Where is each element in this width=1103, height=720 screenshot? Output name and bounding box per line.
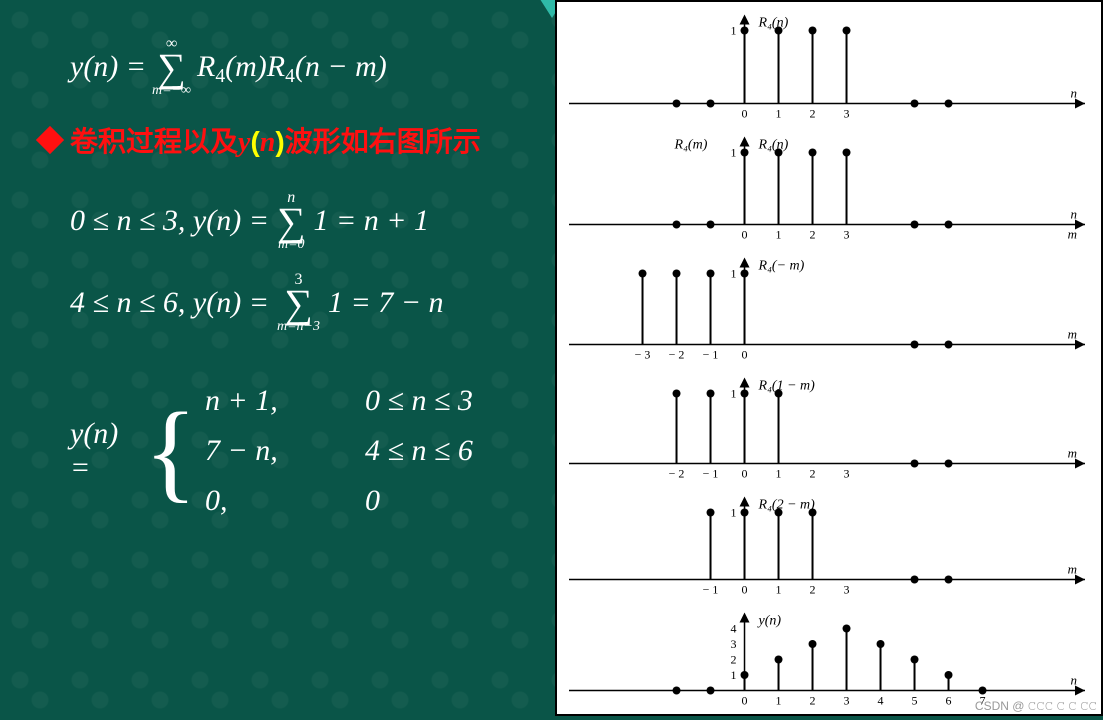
headline-row: 卷积过程以及y(n)波形如右图所示 [40,120,545,160]
svg-text:0: 0 [742,583,748,597]
svg-text:m: m [1068,327,1077,342]
svg-text:R₄(n): R₄(n) [758,16,789,31]
svg-text:m: m [1068,227,1077,242]
svg-text:2: 2 [810,467,816,481]
svg-text:m: m [1068,446,1077,461]
svg-text:0: 0 [742,694,748,708]
chart-3: R₄(− m) m 1 − 3 − 2 − 1 0 [565,251,1093,369]
svg-text:1: 1 [731,24,737,38]
svg-text:4: 4 [878,694,884,708]
svg-text:n: n [1071,86,1078,101]
chart-1: R₄(n) n 1 0 1 2 3 [565,8,1093,128]
svg-text:2: 2 [731,653,737,667]
svg-text:n: n [1071,673,1078,688]
sigma-icon: 3 ∑ m=n−3 [277,272,320,334]
chart-5: R₄(2 − m) m 1 − 1 0 1 2 3 [565,490,1093,604]
svg-text:1: 1 [731,387,737,401]
eq-body: R4(m)R4(n − m) [197,50,387,84]
svg-text:0: 0 [742,107,748,121]
svg-text:0: 0 [742,228,748,242]
svg-text:1: 1 [731,668,737,682]
svg-text:− 3: − 3 [635,348,651,362]
svg-text:R₄(n): R₄(n) [758,138,789,153]
equation-case-b: 4 ≤ n ≤ 6, y(n) = 3 ∑ m=n−3 1 = 7 − n [70,272,545,334]
left-brace-icon: { [144,406,197,496]
svg-text:5: 5 [912,694,918,708]
svg-text:R₄(− m): R₄(− m) [758,259,805,274]
svg-text:2: 2 [810,107,816,121]
svg-text:2: 2 [810,228,816,242]
svg-text:m: m [1068,562,1077,577]
svg-text:0: 0 [742,348,748,362]
eq-lhs: y(n) = [70,50,146,84]
svg-text:R₄(2 − m): R₄(2 − m) [758,498,816,513]
equation-main: y(n) = ∞ ∑ m=−∞ R4(m)R4(n − m) [70,36,545,98]
svg-text:− 2: − 2 [669,348,685,362]
chart-4: R₄(1 − m) m 1 − 2 − 1 0 1 2 3 [565,371,1093,488]
svg-text:1: 1 [731,506,737,520]
svg-text:− 1: − 1 [703,467,719,481]
svg-text:− 2: − 2 [669,467,685,481]
svg-text:− 1: − 1 [703,583,719,597]
bullet-diamond-icon [36,126,64,154]
svg-text:2: 2 [810,583,816,597]
svg-text:R₄(m): R₄(m) [674,138,708,153]
svg-text:1: 1 [776,467,782,481]
piecewise-cases: n + 1, 0 ≤ n ≤ 3 7 − n, 4 ≤ n ≤ 6 0, 0 [205,384,545,518]
svg-text:6: 6 [946,694,952,708]
equation-piecewise: y(n) = { n + 1, 0 ≤ n ≤ 3 7 − n, 4 ≤ n ≤… [70,384,545,518]
svg-text:1: 1 [776,228,782,242]
sigma-icon: ∞ ∑ m=−∞ [152,36,191,98]
watermark: CSDN @ 𝙲𝙲𝙲 𝙲 𝙲 𝙲𝙲 [975,699,1097,714]
svg-text:0: 0 [742,467,748,481]
svg-text:n: n [1071,207,1078,222]
chart-2: R₄(n) R₄(m) nm 1 0 1 2 3 [565,130,1093,249]
left-panel: y(n) = ∞ ∑ m=−∞ R4(m)R4(n − m) 卷积过程以及y(n… [0,0,555,716]
slide: y(n) = ∞ ∑ m=−∞ R4(m)R4(n − m) 卷积过程以及y(n… [0,0,1103,716]
svg-text:2: 2 [810,694,816,708]
svg-text:1: 1 [776,694,782,708]
headline-text: 卷积过程以及y(n)波形如右图所示 [70,120,481,160]
svg-text:R₄(1 − m): R₄(1 − m) [758,379,816,394]
svg-text:1: 1 [731,267,737,281]
svg-text:1: 1 [776,583,782,597]
svg-text:3: 3 [731,637,737,651]
svg-text:3: 3 [844,228,850,242]
chart-panel: R₄(n)n10123 R₄(n)R₄(m)nm10123 R₄(− m)m1−… [555,0,1103,716]
svg-text:− 1: − 1 [703,348,719,362]
svg-text:y(n): y(n) [757,614,782,629]
sigma-icon: n ∑ m=0 [277,190,306,252]
svg-text:1: 1 [731,146,737,160]
svg-text:3: 3 [844,467,850,481]
svg-text:4: 4 [731,622,737,636]
svg-text:3: 3 [844,583,850,597]
equation-case-a: 0 ≤ n ≤ 3, y(n) = n ∑ m=0 1 = n + 1 [70,190,545,252]
svg-text:3: 3 [844,694,850,708]
svg-text:1: 1 [776,107,782,121]
svg-text:3: 3 [844,107,850,121]
